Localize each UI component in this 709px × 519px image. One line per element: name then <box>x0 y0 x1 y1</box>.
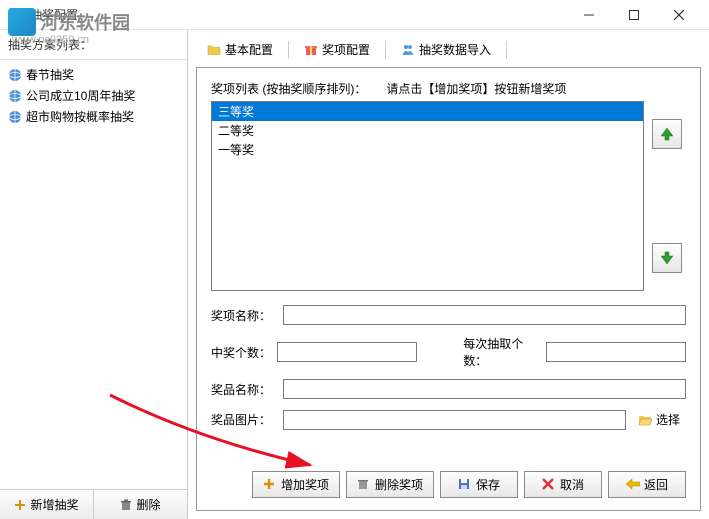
tab-separator <box>288 41 289 59</box>
back-button[interactable]: 返回 <box>608 471 686 498</box>
prize-name-input[interactable] <box>283 305 686 325</box>
globe-icon <box>8 68 22 82</box>
arrow-left-icon <box>626 478 640 492</box>
arrow-up-icon <box>659 126 675 142</box>
save-button[interactable]: 保存 <box>440 471 518 498</box>
prize-icon <box>304 43 318 57</box>
close-button[interactable] <box>656 1 701 29</box>
lottery-tree: 春节抽奖 公司成立10周年抽奖 超市购物按概率抽奖 <box>0 60 187 489</box>
prize-form: 奖项名称： 中奖个数： 每次抽取个数： 奖品名称： 奖品图片： <box>211 305 686 440</box>
sidebar-header: 抽奖方案列表： <box>0 30 187 60</box>
prize-item-name-label: 奖品名称： <box>211 381 277 398</box>
add-lottery-button[interactable]: 新增抽奖 <box>0 490 94 519</box>
list-item[interactable]: 一等奖 <box>212 140 643 159</box>
tab-data-import[interactable]: 抽奖数据导入 <box>390 36 502 63</box>
people-icon <box>401 43 415 57</box>
cancel-button[interactable]: 取消 <box>524 471 602 498</box>
prize-listbox[interactable]: 三等奖 二等奖 一等奖 <box>211 101 644 291</box>
list-item[interactable]: 三等奖 <box>212 102 643 121</box>
move-down-button[interactable] <box>652 243 682 273</box>
tab-basic-config[interactable]: 基本配置 <box>196 36 284 63</box>
tree-item[interactable]: 春节抽奖 <box>4 64 183 85</box>
folder-icon <box>207 43 221 57</box>
minimize-button[interactable] <box>566 1 611 29</box>
sidebar: 抽奖方案列表： 春节抽奖 公司成立10周年抽奖 超市购物按概率抽奖 新增抽奖 <box>0 30 188 519</box>
cancel-icon <box>542 478 556 492</box>
prize-image-label: 奖品图片： <box>211 411 277 428</box>
window-title: 抽奖配置 <box>30 6 566 23</box>
arrow-down-icon <box>659 250 675 266</box>
win-count-label: 中奖个数： <box>211 344 271 361</box>
prize-list-hint: 请点击【增加奖项】按钮新增奖项 <box>386 80 566 97</box>
prize-list-label: 奖项列表 (按抽奖顺序排列)： <box>211 80 366 97</box>
prize-image-input[interactable] <box>283 410 626 430</box>
save-icon <box>458 478 472 492</box>
move-up-button[interactable] <box>652 119 682 149</box>
main-area: 基本配置 奖项配置 抽奖数据导入 奖项列表 (按抽奖顺序排列)： 请点击【增加奖… <box>188 30 709 519</box>
globe-icon <box>8 89 22 103</box>
tree-item-label: 春节抽奖 <box>26 66 74 83</box>
tab-prize-config[interactable]: 奖项配置 <box>293 36 381 63</box>
per-draw-input[interactable] <box>546 342 686 362</box>
trash-icon <box>120 499 132 511</box>
app-icon <box>8 7 24 23</box>
browse-image-button[interactable]: 选择 <box>632 409 686 430</box>
maximize-button[interactable] <box>611 1 656 29</box>
tab-separator <box>506 41 507 59</box>
tab-bar: 基本配置 奖项配置 抽奖数据导入 <box>188 30 709 63</box>
trash-icon <box>357 478 371 492</box>
prize-config-panel: 奖项列表 (按抽奖顺序排列)： 请点击【增加奖项】按钮新增奖项 三等奖 二等奖 … <box>196 67 701 511</box>
prize-item-name-input[interactable] <box>283 379 686 399</box>
list-item[interactable]: 二等奖 <box>212 121 643 140</box>
plus-icon <box>14 499 26 511</box>
per-draw-label: 每次抽取个数： <box>463 335 540 369</box>
tree-item-label: 公司成立10周年抽奖 <box>26 87 135 104</box>
action-bar: 增加奖项 删除奖项 保存 取消 返回 <box>211 461 686 498</box>
delete-prize-button[interactable]: 删除奖项 <box>346 471 434 498</box>
tree-item[interactable]: 公司成立10周年抽奖 <box>4 85 183 106</box>
win-count-input[interactable] <box>277 342 417 362</box>
add-prize-button[interactable]: 增加奖项 <box>252 471 340 498</box>
delete-lottery-button[interactable]: 删除 <box>94 490 187 519</box>
tree-item-label: 超市购物按概率抽奖 <box>26 108 134 125</box>
tab-separator <box>385 41 386 59</box>
prize-name-label: 奖项名称： <box>211 307 277 324</box>
titlebar: 抽奖配置 <box>0 0 709 30</box>
globe-icon <box>8 110 22 124</box>
plus-icon <box>263 478 277 492</box>
tree-item[interactable]: 超市购物按概率抽奖 <box>4 106 183 127</box>
folder-open-icon <box>638 413 652 427</box>
